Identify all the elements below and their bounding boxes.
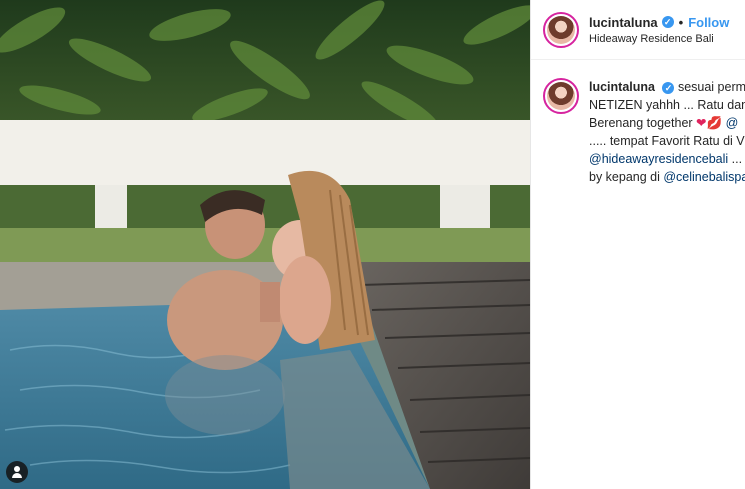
caption-mention-partial[interactable]: @ [726, 116, 739, 130]
caption-line-5-tail: ... I [731, 152, 745, 166]
caption-line-3: Berenang together [589, 116, 693, 130]
post-header: lucintaluna ✓ • Follow Hideaway Residenc… [531, 0, 745, 60]
caption-line-6-prefix: by kepang di [589, 170, 664, 184]
caption-line-1: sesuai permin [677, 80, 745, 94]
post-photo[interactable] [0, 0, 530, 489]
user-tag-icon[interactable] [6, 461, 28, 483]
profile-avatar[interactable] [543, 11, 579, 48]
header-text: lucintaluna ✓ • Follow Hideaway Residenc… [589, 15, 729, 45]
caption-line-4: ..... tempat Favorit Ratu di Vi [589, 134, 745, 148]
pool-photo-illustration [0, 0, 530, 489]
verified-badge-icon: ✓ [661, 16, 674, 28]
mention-hideawayresidencebali[interactable]: @hideawayresidencebali [589, 152, 728, 166]
heart-lips-emoji: ❤💋 [696, 116, 723, 130]
caption-avatar[interactable] [543, 78, 579, 114]
caption-line-2: NETIZEN yahhh ... Ratu dan [589, 98, 745, 112]
follow-button[interactable]: Follow [688, 15, 729, 30]
mention-celinebalispa[interactable]: @celinebalispa [663, 170, 745, 184]
post-sidebar: lucintaluna ✓ • Follow Hideaway Residenc… [530, 0, 745, 489]
post-caption: lucintaluna ✓ sesuai permin NETIZEN yahh… [531, 60, 745, 186]
username-link[interactable]: lucintaluna [589, 15, 658, 30]
verified-badge-icon: ✓ [662, 82, 675, 94]
caption-username[interactable]: lucintaluna [589, 80, 655, 94]
separator-dot: • [678, 14, 684, 30]
location-link[interactable]: Hideaway Residence Bali [589, 33, 729, 45]
caption-text: lucintaluna ✓ sesuai permin NETIZEN yahh… [589, 78, 745, 186]
instagram-post: lucintaluna ✓ • Follow Hideaway Residenc… [0, 0, 745, 489]
